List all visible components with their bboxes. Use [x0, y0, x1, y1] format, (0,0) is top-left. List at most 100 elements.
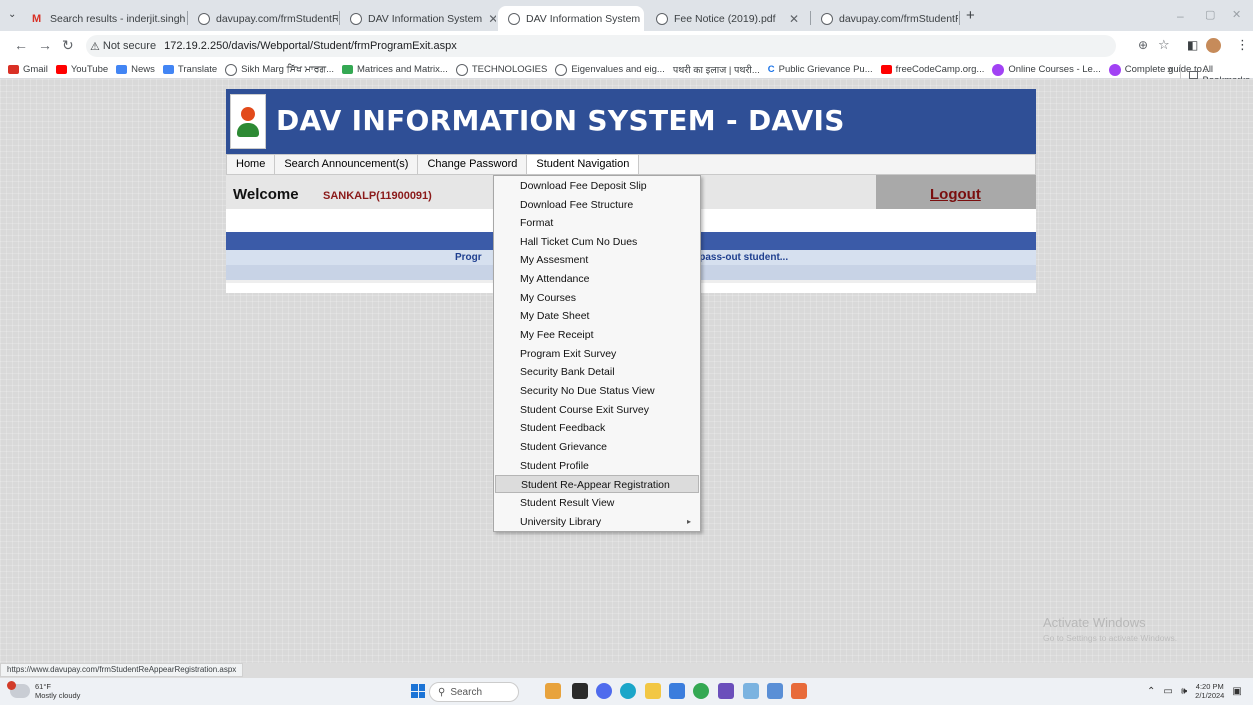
menu-item-university-library[interactable]: University Library ▸ — [495, 513, 699, 531]
message-text-left: Progr — [455, 252, 482, 263]
minimize-button[interactable]: – — [1177, 9, 1184, 23]
file-explorer-icon[interactable] — [645, 683, 661, 699]
menu-item-student-re-appear-registration[interactable]: Student Re-Appear Registration — [495, 475, 699, 493]
menu-item-download-fee-structure[interactable]: Download Fee Structure — [495, 196, 699, 214]
address-bar[interactable]: ⚠ Not secure 172.19.2.250/davis/Webporta… — [86, 35, 1116, 57]
welcome-label: Welcome — [233, 186, 299, 203]
bookmark-item[interactable]: Matrices and Matrix... — [342, 64, 448, 75]
back-arrow-icon[interactable]: ← — [14, 37, 28, 53]
status-bar-link: https://www.davupay.com/frmStudentReAppe… — [0, 663, 244, 677]
taskbar-app-icon[interactable] — [767, 683, 783, 699]
side-panel-icon[interactable]: ◧ — [1187, 38, 1198, 52]
bookmark-label: News — [131, 64, 155, 75]
tab-close-icon[interactable]: ✕ — [789, 12, 799, 26]
volume-icon[interactable]: 🕪 — [1181, 686, 1187, 697]
taskbar-app-icon[interactable] — [743, 683, 759, 699]
message-text-right: ot pass-out student... — [687, 252, 789, 263]
bookmark-item[interactable]: Translate — [162, 64, 217, 75]
close-window-button[interactable]: ✕ — [1232, 8, 1241, 21]
search-icon: ⚲ — [438, 686, 446, 698]
bookmark-item[interactable]: News — [116, 64, 155, 75]
menu-item-student-feedback[interactable]: Student Feedback — [495, 419, 699, 437]
menu-item-security-no-due-status[interactable]: Security No Due Status View — [495, 382, 699, 400]
bookmark-item[interactable]: freeCodeCamp.org... — [880, 64, 984, 75]
bookmark-label: TECHNOLOGIES — [471, 64, 548, 75]
menu-item-student-result-view[interactable]: Student Result View — [495, 494, 699, 512]
taskbar-app-icon[interactable] — [791, 683, 807, 699]
edge-icon[interactable] — [620, 683, 636, 699]
browser-tab[interactable]: DAV Information System ✕ — [340, 6, 496, 31]
browser-tab[interactable]: Fee Notice (2019).pdf ✕ — [646, 6, 809, 31]
globe-icon — [508, 12, 520, 25]
reload-icon[interactable]: ↻ — [62, 37, 74, 54]
chrome-icon[interactable] — [693, 683, 709, 699]
bookmark-item[interactable]: YouTube — [55, 64, 108, 75]
notification-icon[interactable]: ▣ — [1232, 686, 1241, 697]
menu-student-navigation[interactable]: Student Navigation — [527, 155, 640, 174]
weather-widget[interactable]: 61°F Mostly cloudy — [7, 681, 80, 700]
menu-home[interactable]: Home — [227, 155, 276, 174]
menu-item-program-exit-survey[interactable]: Program Exit Survey — [495, 345, 699, 363]
bookmarks-overflow-button[interactable]: » — [1167, 64, 1173, 76]
menu-item-student-profile[interactable]: Student Profile — [495, 457, 699, 475]
tab-title: davupay.com/frmStudentReAp — [216, 12, 338, 25]
menu-item-my-assesment[interactable]: My Assesment — [495, 251, 699, 269]
menu-item-my-courses[interactable]: My Courses — [495, 289, 699, 307]
menu-item-student-grievance[interactable]: Student Grievance — [495, 438, 699, 456]
taskbar-app-icon[interactable] — [572, 683, 588, 699]
news-icon — [116, 65, 128, 74]
browser-tab[interactable]: M Search results - inderjit.singh@ ✕ — [22, 6, 185, 31]
menu-item-my-fee-receipt[interactable]: My Fee Receipt — [495, 326, 699, 344]
logout-link[interactable]: Logout — [930, 186, 981, 203]
new-tab-button[interactable]: + — [966, 7, 975, 24]
cloud-icon — [7, 681, 30, 698]
menu-item-my-date-sheet[interactable]: My Date Sheet — [495, 307, 699, 325]
tab-title: Fee Notice (2019).pdf — [674, 12, 776, 25]
bookmark-label: Sikh Marg ਸਿੱਖ ਮਾਰਗ... — [241, 64, 335, 75]
taskbar-app-icon[interactable] — [596, 683, 612, 699]
logo-tree-icon — [237, 122, 259, 137]
bookmark-item[interactable]: Eigenvalues and eig... — [555, 63, 665, 76]
bookmark-item[interactable]: TECHNOLOGIES — [455, 63, 548, 76]
menu-item-download-fee-deposit-slip[interactable]: Download Fee Deposit Slip — [495, 177, 699, 195]
tab-title: DAV Information System — [526, 12, 641, 25]
not-secure-label: Not secure — [102, 40, 157, 52]
courses-icon — [992, 63, 1005, 76]
tab-close-icon[interactable]: ✕ — [488, 12, 496, 26]
menu-change-password[interactable]: Change Password — [418, 155, 528, 174]
maximize-button[interactable]: ▢ — [1205, 8, 1215, 21]
windows-start-icon[interactable] — [411, 684, 425, 698]
bookmark-star-icon[interactable]: ☆ — [1158, 37, 1170, 53]
bookmark-item[interactable]: पथरी का इलाज | पथरी... — [673, 63, 760, 76]
menu-item-my-attendance[interactable]: My Attendance — [495, 270, 699, 288]
clock[interactable]: 4:20 PM 2/1/2024 — [1195, 682, 1224, 700]
avatar[interactable] — [1206, 38, 1221, 53]
taskbar-app-icon[interactable] — [545, 683, 561, 699]
taskbar-app-icon[interactable] — [718, 683, 734, 699]
not-secure-badge[interactable]: ⚠ Not secure — [90, 40, 156, 53]
browser-tab[interactable]: davupay.com/frmStudentRegis ✕ — [811, 6, 958, 31]
forward-arrow-icon[interactable]: → — [38, 37, 52, 53]
menu-item-format[interactable]: Format — [495, 214, 699, 232]
url-text[interactable]: 172.19.2.250/davis/Webportal/Student/frm… — [164, 40, 457, 52]
zoom-icon[interactable]: ⊕ — [1138, 38, 1148, 52]
tab-search-dropdown-icon[interactable]: ⌄ — [8, 9, 16, 20]
menu-item-student-course-exit-survey[interactable]: Student Course Exit Survey — [495, 401, 699, 419]
tab-title: davupay.com/frmStudentRegis — [839, 12, 958, 25]
browser-menu-icon[interactable]: ⋮ — [1236, 37, 1249, 53]
bookmark-item[interactable]: C Public Grievance Pu... — [768, 64, 873, 75]
browser-tab-active[interactable]: DAV Information System ✕ — [498, 6, 644, 31]
menu-search-announcements[interactable]: Search Announcement(s) — [275, 155, 419, 174]
bookmark-item[interactable]: Online Courses - Le... — [992, 63, 1101, 76]
logo-sun-icon — [241, 106, 255, 121]
taskbar-app-icon[interactable] — [669, 683, 685, 699]
menu-item-hall-ticket[interactable]: Hall Ticket Cum No Dues — [495, 233, 699, 251]
bookmark-item[interactable]: Sikh Marg ਸਿੱਖ ਮਾਰਗ... — [225, 63, 335, 76]
taskbar-search[interactable]: ⚲ Search — [429, 682, 519, 702]
bookmark-item[interactable]: Gmail — [8, 64, 48, 75]
globe-icon — [656, 12, 668, 25]
menu-item-security-bank-detail[interactable]: Security Bank Detail — [495, 363, 699, 381]
tray-chevron-icon[interactable]: ⌃ — [1147, 686, 1155, 697]
browser-tab[interactable]: davupay.com/frmStudentReAp ✕ — [188, 6, 338, 31]
network-icon[interactable]: ▭ — [1163, 686, 1172, 697]
